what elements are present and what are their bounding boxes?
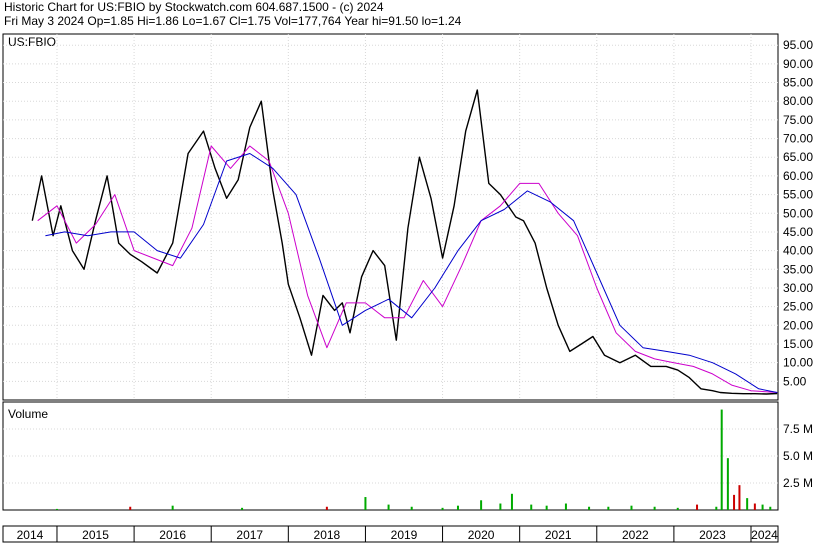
volume-tick-label: 2.5 M	[783, 476, 813, 490]
price-panel	[2, 33, 779, 401]
price-tick-label: 75.00	[783, 113, 813, 127]
volume-bar	[696, 504, 699, 510]
price-tick-label: 45.00	[783, 225, 813, 239]
price-tick-label: 5.00	[783, 374, 807, 388]
volume-bar	[769, 506, 772, 510]
volume-bar	[55, 508, 58, 510]
price-tick-label: 70.00	[783, 132, 813, 146]
price-tick-label: 60.00	[783, 169, 813, 183]
year-label: 2019	[391, 528, 418, 542]
price-tick-label: 15.00	[783, 337, 813, 351]
volume-bar	[364, 497, 367, 510]
volume-bar	[530, 504, 533, 510]
volume-bar	[545, 505, 548, 510]
volume-bar	[588, 506, 591, 510]
price-tick-label: 20.00	[783, 318, 813, 332]
price-tick-label: 50.00	[783, 206, 813, 220]
volume-bar	[241, 507, 244, 510]
volume-tick-label: 7.5 M	[783, 422, 813, 436]
volume-bar	[607, 506, 610, 510]
volume-bar	[720, 409, 723, 510]
volume-bar	[456, 505, 459, 510]
volume-bar	[676, 507, 679, 510]
volume-bar	[653, 506, 656, 510]
year-label: 2024	[751, 528, 778, 542]
price-tick-label: 90.00	[783, 57, 813, 71]
price-tick-label: 40.00	[783, 244, 813, 258]
volume-bar	[564, 503, 567, 510]
volume-tick-label: 5.0 M	[783, 449, 813, 463]
price-tick-label: 35.00	[783, 262, 813, 276]
volume-bar	[480, 500, 483, 510]
volume-bar	[733, 494, 736, 510]
price-tick-label: 85.00	[783, 76, 813, 90]
year-label: 2021	[545, 528, 572, 542]
price-tick-label: 25.00	[783, 300, 813, 314]
volume-bar	[129, 506, 132, 510]
year-label: 2022	[622, 528, 649, 542]
volume-bar	[726, 458, 729, 510]
volume-bar	[761, 504, 764, 510]
volume-bar	[738, 485, 741, 510]
price-tick-label: 30.00	[783, 281, 813, 295]
volume-bar	[410, 506, 413, 510]
price-tick-label: 65.00	[783, 150, 813, 164]
year-label: 2016	[159, 528, 186, 542]
stock-chart: US:FBIO 95.00 90.00 85.00 80.00 75.00 70.00 65…	[2, 33, 813, 543]
volume-bar	[746, 498, 749, 510]
volume-bar	[441, 507, 444, 510]
year-label: 2015	[82, 528, 109, 542]
year-label: 2020	[468, 528, 495, 542]
price-tick-label: 10.00	[783, 356, 813, 370]
volume-bar	[753, 503, 756, 510]
year-label: 2014	[17, 528, 44, 542]
volume-bar	[715, 506, 718, 510]
volume-bar	[171, 505, 174, 510]
year-label: 2018	[314, 528, 341, 542]
year-label: 2023	[699, 528, 726, 542]
volume-panel-title: Volume	[8, 407, 48, 421]
price-tick-label: 55.00	[783, 188, 813, 202]
volume-bar	[510, 493, 513, 510]
price-tick-label: 95.00	[783, 38, 813, 52]
volume-bar	[325, 506, 328, 510]
price-tick-label: 80.00	[783, 94, 813, 108]
volume-bar	[630, 505, 633, 510]
price-panel-title: US:FBIO	[8, 35, 56, 49]
volume-bar	[387, 504, 390, 510]
volume-axis: 7.5 M 5.0 M 2.5 M	[783, 422, 813, 490]
price-axis: 95.00 90.00 85.00 80.00 75.00 70.00 65.00 60.00…	[783, 38, 813, 388]
volume-bar	[499, 503, 502, 510]
year-label: 2017	[236, 528, 263, 542]
